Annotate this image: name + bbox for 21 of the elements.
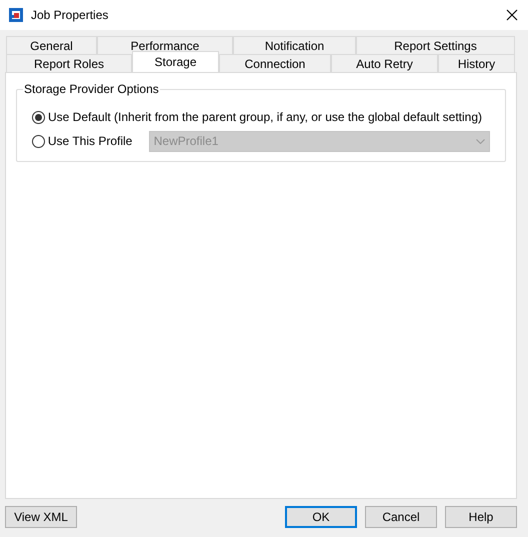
tab[interactable]: Report Roles (6, 54, 132, 72)
tab[interactable]: History (438, 54, 515, 72)
tab[interactable]: General (6, 36, 97, 54)
dialog-button[interactable]: Help (445, 506, 517, 528)
tab[interactable]: Notification (233, 36, 356, 54)
window-title: Job Properties (31, 7, 108, 24)
radio-button[interactable] (32, 134, 45, 148)
close-icon[interactable] (506, 9, 518, 21)
radio-label[interactable]: Use Default (Inherit from the parent group, if any, or use the global default setting) (48, 108, 482, 126)
tab[interactable]: Storage (132, 51, 219, 72)
app-logo-icon (8, 7, 24, 23)
tab[interactable]: Auto Retry (331, 54, 438, 72)
radio-button[interactable] (32, 110, 45, 124)
chevron-down-icon (476, 138, 485, 144)
radio-label[interactable]: Use This Profile (48, 132, 149, 150)
group-title: Storage Provider Options (23, 82, 160, 96)
dialog-button[interactable]: OK (285, 506, 357, 528)
tab[interactable]: Report Settings (356, 36, 515, 54)
dialog-button[interactable]: Cancel (365, 506, 437, 528)
tab[interactable]: Connection (219, 54, 331, 72)
dialog-button[interactable]: View XML (5, 506, 77, 528)
